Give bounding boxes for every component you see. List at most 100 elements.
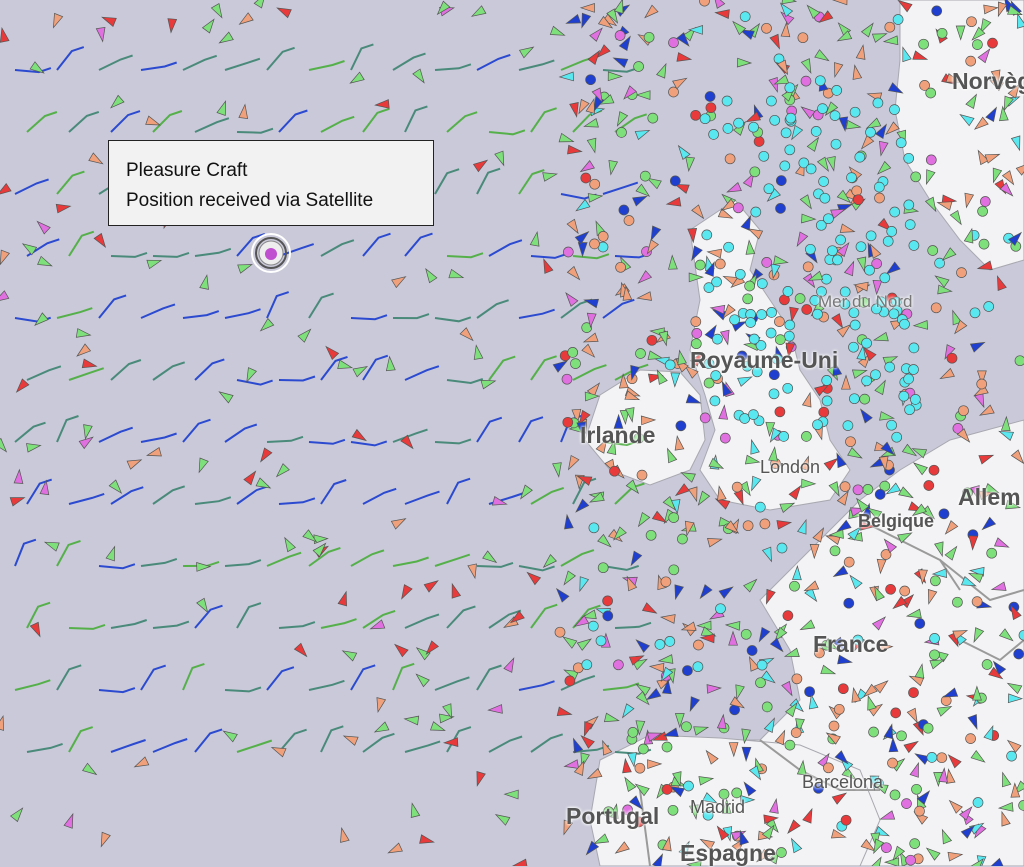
- vessel-marker[interactable]: [947, 353, 957, 363]
- vessel-marker[interactable]: [909, 365, 919, 375]
- vessel-marker[interactable]: [885, 22, 895, 32]
- vessel-marker[interactable]: [677, 534, 687, 544]
- vessel-marker[interactable]: [805, 244, 815, 254]
- marine-traffic-map[interactable]: [0, 0, 1024, 866]
- vessel-marker[interactable]: [893, 15, 903, 25]
- vessel-marker[interactable]: [644, 32, 654, 42]
- vessel-marker[interactable]: [910, 394, 920, 404]
- vessel-marker[interactable]: [624, 216, 634, 226]
- vessel-marker[interactable]: [588, 621, 598, 631]
- vessel-marker[interactable]: [775, 407, 785, 417]
- vessel-marker[interactable]: [802, 305, 812, 315]
- vessel-marker[interactable]: [610, 466, 620, 476]
- vessel-marker[interactable]: [646, 530, 656, 540]
- vessel-marker[interactable]: [615, 31, 625, 41]
- vessel-marker[interactable]: [638, 744, 648, 754]
- vessel-marker[interactable]: [827, 246, 837, 256]
- vessel-marker[interactable]: [890, 105, 900, 115]
- vessel-marker[interactable]: [915, 806, 925, 816]
- vessel-marker[interactable]: [937, 753, 947, 763]
- vessel-marker[interactable]: [754, 137, 764, 147]
- vessel-marker[interactable]: [937, 28, 947, 38]
- vessel-marker[interactable]: [904, 374, 914, 384]
- vessel-marker[interactable]: [661, 577, 671, 587]
- vessel-marker[interactable]: [874, 182, 884, 192]
- vessel-marker[interactable]: [910, 839, 920, 849]
- vessel-marker[interactable]: [863, 484, 873, 494]
- vessel-marker[interactable]: [900, 586, 910, 596]
- vessel-marker[interactable]: [628, 727, 638, 737]
- vessel-marker[interactable]: [757, 310, 767, 320]
- vessel-marker[interactable]: [734, 118, 744, 128]
- vessel-marker[interactable]: [776, 848, 786, 858]
- vessel-marker[interactable]: [676, 421, 686, 431]
- vessel-marker[interactable]: [785, 320, 795, 330]
- vessel-marker[interactable]: [928, 246, 938, 256]
- vessel-marker[interactable]: [665, 360, 675, 370]
- vessel-marker[interactable]: [902, 799, 912, 809]
- vessel-marker[interactable]: [972, 40, 982, 50]
- vessel-marker[interactable]: [571, 359, 581, 369]
- vessel-marker[interactable]: [756, 678, 766, 688]
- vessel-marker[interactable]: [904, 200, 914, 210]
- vessel-marker[interactable]: [905, 220, 915, 230]
- vessel-marker[interactable]: [619, 205, 629, 215]
- vessel-marker[interactable]: [832, 85, 842, 95]
- vessel-marker[interactable]: [853, 195, 863, 205]
- vessel-marker[interactable]: [823, 214, 833, 224]
- vessel-marker[interactable]: [1014, 649, 1024, 659]
- vessel-marker[interactable]: [801, 76, 811, 86]
- vessel-marker[interactable]: [811, 126, 821, 136]
- vessel-marker[interactable]: [785, 83, 795, 93]
- vessel-marker[interactable]: [838, 684, 848, 694]
- vessel-marker[interactable]: [805, 687, 815, 697]
- vessel-marker[interactable]: [590, 239, 600, 249]
- vessel-marker[interactable]: [849, 394, 859, 404]
- vessel-marker[interactable]: [760, 519, 770, 529]
- vessel-marker[interactable]: [806, 164, 816, 174]
- vessel-marker[interactable]: [967, 17, 977, 27]
- vessel-marker[interactable]: [836, 235, 846, 245]
- vessel-marker[interactable]: [890, 790, 900, 800]
- vessel-marker[interactable]: [709, 129, 719, 139]
- vessel-marker[interactable]: [776, 203, 786, 213]
- vessel-marker[interactable]: [745, 281, 755, 291]
- vessel-marker[interactable]: [973, 798, 983, 808]
- vessel-marker[interactable]: [919, 39, 929, 49]
- vessel-marker[interactable]: [603, 611, 613, 621]
- vessel-marker[interactable]: [750, 167, 760, 177]
- vessel-marker[interactable]: [712, 277, 722, 287]
- vessel-marker[interactable]: [733, 203, 743, 213]
- vessel-marker[interactable]: [841, 815, 851, 825]
- vessel-marker[interactable]: [769, 389, 779, 399]
- vessel-marker[interactable]: [586, 75, 596, 85]
- vessel-marker[interactable]: [596, 636, 606, 646]
- vessel-marker[interactable]: [927, 752, 937, 762]
- vessel-marker[interactable]: [640, 171, 650, 181]
- vessel-marker[interactable]: [984, 302, 994, 312]
- vessel-marker[interactable]: [740, 12, 750, 22]
- vessel-marker[interactable]: [890, 207, 900, 217]
- vessel-marker[interactable]: [931, 303, 941, 313]
- vessel-marker[interactable]: [669, 38, 679, 48]
- vessel-marker[interactable]: [762, 257, 772, 267]
- vessel-marker[interactable]: [900, 319, 910, 329]
- vessel-marker[interactable]: [775, 335, 785, 345]
- vessel-marker[interactable]: [911, 172, 921, 182]
- vessel-marker[interactable]: [759, 151, 769, 161]
- vessel-marker[interactable]: [790, 581, 800, 591]
- vessel-marker[interactable]: [1007, 751, 1017, 761]
- vessel-marker[interactable]: [783, 286, 793, 296]
- vessel-marker[interactable]: [777, 543, 787, 553]
- vessel-marker[interactable]: [722, 96, 732, 106]
- vessel-marker[interactable]: [977, 379, 987, 389]
- vessel-marker[interactable]: [681, 722, 691, 732]
- vessel-marker[interactable]: [896, 138, 906, 148]
- vessel-marker[interactable]: [891, 708, 901, 718]
- vessel-marker[interactable]: [924, 481, 934, 491]
- vessel-marker[interactable]: [862, 338, 872, 348]
- vessel-marker[interactable]: [909, 343, 919, 353]
- vessel-marker[interactable]: [563, 247, 573, 257]
- vessel-marker[interactable]: [669, 513, 679, 523]
- vessel-marker[interactable]: [668, 805, 678, 815]
